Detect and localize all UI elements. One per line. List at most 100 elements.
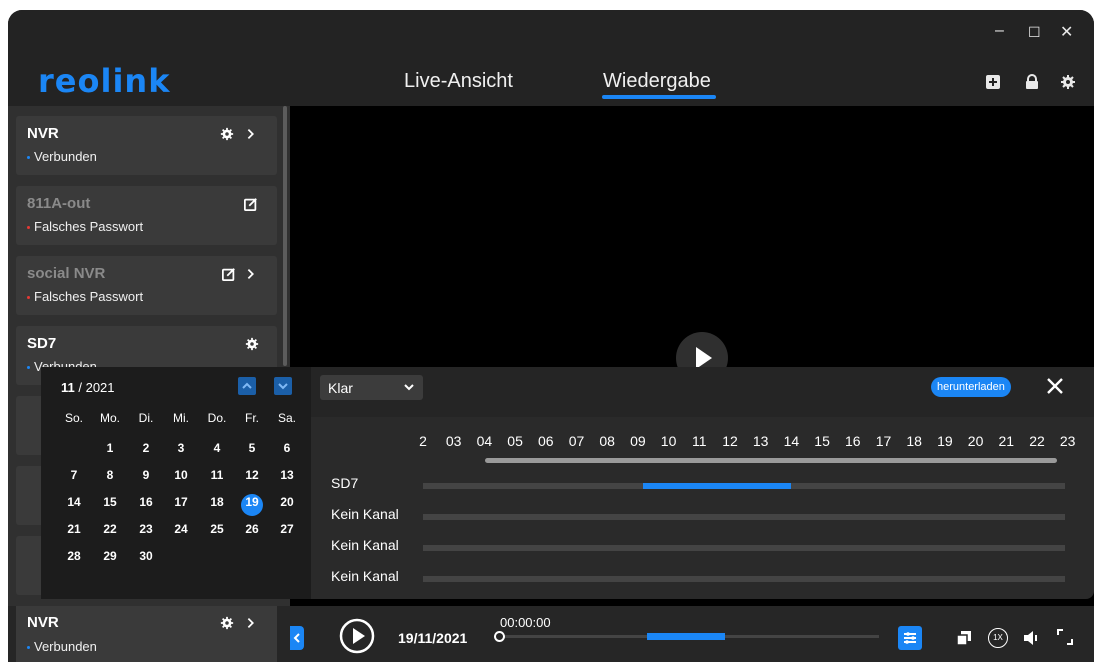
hour-label: 06 (538, 433, 554, 449)
hour-label: 2 (419, 433, 427, 449)
volume-icon[interactable] (1022, 629, 1042, 647)
previous-month-button[interactable] (238, 377, 256, 395)
timeline-toggle-button[interactable] (898, 626, 922, 650)
hour-label: 19 (937, 433, 953, 449)
calendar-day[interactable]: 28 (59, 549, 89, 563)
chevron-right-icon[interactable] (244, 267, 258, 281)
calendar-day[interactable]: 21 (59, 522, 89, 536)
stream-quality-select[interactable]: Klar (320, 375, 423, 400)
calendar-day[interactable]: 5 (237, 441, 267, 455)
device-status: Falsches Passwort (27, 289, 143, 304)
calendar-day[interactable]: 7 (59, 468, 89, 482)
edit-icon[interactable] (244, 197, 258, 211)
minimize-button[interactable]: – (995, 22, 1004, 40)
add-icon[interactable] (985, 74, 1001, 90)
calendar-day[interactable]: 3 (166, 441, 196, 455)
channel-name: Kein Kanal (331, 537, 399, 553)
recording-segment[interactable] (643, 483, 791, 489)
gear-icon[interactable] (1060, 74, 1076, 90)
weekday-label: Fr. (245, 411, 259, 425)
calendar-day[interactable]: 20 (272, 495, 302, 509)
calendar-day[interactable]: 12 (237, 468, 267, 482)
weekday-label: So. (64, 411, 83, 425)
gear-icon[interactable] (220, 616, 234, 630)
edit-icon[interactable] (222, 267, 236, 281)
multi-window-icon[interactable] (955, 629, 973, 647)
hour-label: 08 (599, 433, 615, 449)
status-text: Falsches Passwort (34, 219, 144, 234)
hour-label: 16 (845, 433, 861, 449)
calendar-day[interactable]: 17 (166, 495, 196, 509)
channel-name: Kein Kanal (331, 506, 399, 522)
hour-label: 09 (630, 433, 646, 449)
hour-label: 20 (967, 433, 984, 449)
calendar-day[interactable]: 29 (95, 549, 125, 563)
channel-name: SD7 (331, 475, 359, 491)
calendar-day[interactable]: 9 (131, 468, 161, 482)
calendar-day[interactable]: 18 (202, 495, 232, 509)
progress-handle[interactable] (494, 631, 505, 642)
hour-label: 07 (568, 433, 585, 449)
channel-track[interactable] (423, 545, 1065, 551)
status-dot (27, 226, 30, 230)
channel-track[interactable] (423, 514, 1065, 520)
playback-date: 19/11/2021 (398, 630, 468, 646)
hour-label: 11 (692, 433, 707, 449)
fullscreen-icon[interactable] (1056, 628, 1074, 646)
recording-segment (647, 633, 725, 640)
device-card[interactable]: NVR Verbunden (16, 606, 277, 662)
device-card[interactable]: 811A-out Falsches Passwort (16, 186, 277, 245)
chevron-right-icon[interactable] (244, 616, 258, 630)
hour-label: 17 (875, 433, 892, 449)
calendar-month-year: 11 / 2021 (61, 380, 115, 395)
close-icon[interactable] (1045, 376, 1065, 396)
calendar-day[interactable]: 27 (272, 522, 302, 536)
lock-icon[interactable] (1024, 74, 1040, 90)
calendar-day[interactable]: 13 (272, 468, 302, 482)
date-picker: 11 / 2021 So. Mo. Di. Mi. Do. Fr. Sa. 1 2 3 4 5 6 7 8 9… (41, 367, 311, 599)
channel-track[interactable] (423, 483, 1065, 489)
calendar-day[interactable]: 16 (131, 495, 161, 509)
calendar-day[interactable]: 10 (166, 468, 196, 482)
calendar-day[interactable]: 15 (95, 495, 125, 509)
download-button[interactable]: herunterladen (931, 377, 1011, 397)
reolink-logo: reolink (38, 62, 171, 100)
tab-live-view[interactable]: Live-Ansicht (404, 70, 513, 93)
stream-quality-value: Klar (328, 380, 353, 396)
calendar-day[interactable]: 25 (202, 522, 232, 536)
close-window-button[interactable]: ✕ (1060, 22, 1073, 42)
playback-speed-button[interactable]: 1X (988, 628, 1008, 648)
calendar-day[interactable]: 8 (95, 468, 125, 482)
device-card[interactable]: NVR Verbunden (16, 116, 277, 175)
device-card[interactable]: social NVR Falsches Passwort (16, 256, 277, 315)
collapse-sidebar-button[interactable] (290, 626, 304, 650)
status-text: Verbunden (34, 639, 97, 654)
calendar-day[interactable]: 19 (237, 495, 267, 509)
gear-icon[interactable] (220, 127, 234, 141)
calendar-day[interactable]: 6 (272, 441, 302, 455)
sidebar-scrollbar[interactable] (283, 106, 287, 366)
calendar-day[interactable]: 30 (131, 549, 161, 563)
channel-track[interactable] (423, 576, 1065, 582)
calendar-day[interactable]: 2 (131, 441, 161, 455)
gear-icon[interactable] (245, 337, 259, 351)
chevron-right-icon[interactable] (244, 127, 258, 141)
tab-playback[interactable]: Wiedergabe (603, 70, 711, 93)
maximize-button[interactable]: ☐ (1028, 24, 1041, 41)
calendar-day[interactable]: 22 (95, 522, 125, 536)
channel-name: Kein Kanal (331, 568, 399, 584)
calendar-day[interactable]: 14 (59, 495, 89, 509)
calendar-day[interactable]: 4 (202, 441, 232, 455)
calendar-day[interactable]: 23 (131, 522, 161, 536)
next-month-button[interactable] (274, 377, 292, 395)
calendar-day[interactable]: 11 (202, 468, 232, 482)
calendar-day[interactable]: 1 (95, 441, 125, 455)
calendar-day[interactable]: 26 (237, 522, 267, 536)
timeline-scrollbar[interactable] (485, 458, 1057, 463)
device-name: social NVR (27, 265, 106, 282)
calendar-day[interactable]: 24 (166, 522, 196, 536)
play-button[interactable] (339, 618, 375, 654)
hour-label: 03 (445, 433, 462, 449)
status-dot (27, 366, 30, 370)
sliders-icon (904, 632, 916, 644)
